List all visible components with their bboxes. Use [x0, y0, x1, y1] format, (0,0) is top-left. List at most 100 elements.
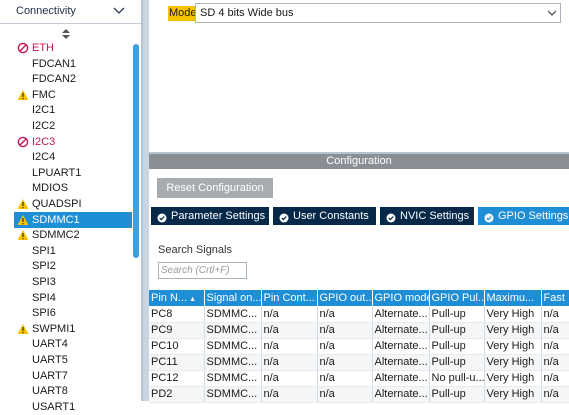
peripheral-label: UART7 — [32, 369, 68, 382]
table-row[interactable]: PC11 SDMMC... n/a n/a Alternate... Pull-up Ver… — [149, 354, 569, 371]
cell-gpio-output: n/a — [317, 322, 373, 339]
peripheral-label: MDIOS — [32, 182, 69, 195]
cell-gpio-pull: Pull-up — [429, 354, 485, 371]
cell-gpio-output: n/a — [317, 354, 373, 371]
cell-pin-name: PD2 — [149, 386, 205, 403]
warning-icon — [17, 323, 29, 335]
peripheral-item-mdios[interactable]: MDIOS — [14, 180, 132, 196]
cell-gpio-mode: Alternate... — [372, 322, 430, 339]
peripheral-item-i2c3[interactable]: I2C3 — [14, 134, 132, 150]
peripheral-item-sdmmc2[interactable]: SDMMC2 — [14, 227, 132, 243]
cell-gpio-output: n/a — [317, 306, 373, 323]
column-header-gpio-output[interactable]: GPIO out... — [317, 290, 373, 306]
cell-pin-context: n/a — [261, 370, 318, 387]
cell-max-speed: Very High — [484, 354, 542, 371]
peripheral-item-fdcan1[interactable]: FDCAN1 — [14, 56, 132, 72]
column-header-gpio-pull[interactable]: GPIO Pul... — [429, 290, 485, 306]
cell-max-speed: Very High — [484, 386, 542, 403]
mode-value: SD 4 bits Wide bus — [200, 7, 294, 19]
warning-icon — [17, 229, 29, 241]
check-circle-icon — [386, 211, 396, 223]
sort-up-icon: ▲ — [189, 296, 197, 303]
table-row[interactable]: PC12 SDMMC... n/a n/a Alternate... No pull-u.… — [149, 370, 569, 387]
column-header-pin-name[interactable]: Pin N... ▲ — [149, 290, 205, 306]
peripheral-label: I2C3 — [32, 135, 56, 148]
tab-label: NVIC Settings — [400, 210, 470, 222]
table-row[interactable]: PD2 SDMMC... n/a n/a Alternate... Pull-up Very… — [149, 386, 569, 403]
tab-gpio-settings[interactable]: GPIO Settings — [478, 207, 569, 225]
check-circle-icon — [157, 211, 167, 223]
peripheral-item-quadspi[interactable]: QUADSPI — [14, 196, 132, 212]
peripheral-item-i2c1[interactable]: I2C1 — [14, 102, 132, 118]
peripheral-item-uart8[interactable]: UART8 — [14, 383, 132, 399]
sort-icon[interactable] — [61, 28, 71, 40]
cell-gpio-mode: Alternate... — [372, 386, 430, 403]
cell-gpio-mode: Alternate... — [372, 306, 430, 323]
peripheral-item-uart4[interactable]: UART4 — [14, 336, 132, 352]
configuration-header: Configuration — [149, 154, 569, 169]
peripheral-item-sdmmc1[interactable]: SDMMC1 — [14, 211, 132, 228]
table-row[interactable]: PC9 SDMMC... n/a n/a Alternate... Pull-up Very… — [149, 322, 569, 339]
tab-parameter-settings[interactable]: Parameter Settings — [151, 207, 269, 225]
peripheral-item-spi3[interactable]: SPI3 — [14, 274, 132, 290]
peripheral-panel: Connectivity ETH FDCAN1 FDCAN2 FMC I2C1 I2C2 I… — [0, 0, 141, 413]
cell-signal: SDMMC... — [204, 370, 262, 387]
peripheral-label: SPI3 — [32, 276, 56, 288]
scrollbar-thumb[interactable] — [133, 44, 139, 258]
peripheral-label: I2C2 — [32, 120, 56, 132]
cell-gpio-output: n/a — [317, 386, 373, 403]
column-header-gpio-mode[interactable]: GPIO mode — [372, 290, 430, 306]
reset-configuration-button[interactable]: Reset Configuration — [157, 178, 273, 198]
config-tabs: Parameter Settings User Constants NVIC S… — [149, 207, 569, 225]
cell-pin-name: PC11 — [149, 354, 205, 371]
column-header-fast[interactable]: Fast — [541, 290, 569, 306]
cell-pin-context: n/a — [261, 322, 318, 339]
peripheral-label: LPUART1 — [32, 166, 82, 179]
peripheral-item-fdcan2[interactable]: FDCAN2 — [14, 71, 132, 87]
check-circle-icon — [484, 211, 494, 223]
cell-max-speed: Very High — [484, 370, 542, 387]
peripheral-label: FDCAN1 — [32, 57, 77, 70]
peripheral-item-spi4[interactable]: SPI4 — [14, 290, 132, 306]
peripheral-label: UART8 — [32, 385, 68, 398]
column-header-signal[interactable]: Signal on... — [204, 290, 262, 306]
cell-fast: n/a — [541, 322, 569, 339]
tab-label: Parameter Settings — [171, 210, 266, 222]
peripheral-item-i2c2[interactable]: I2C2 — [14, 118, 132, 134]
cell-max-speed: Very High — [484, 338, 542, 355]
peripheral-item-fmc[interactable]: FMC — [14, 87, 132, 103]
peripheral-item-swpmi1[interactable]: SWPMI1 — [14, 321, 132, 337]
peripheral-item-uart7[interactable]: UART7 — [14, 368, 132, 384]
peripheral-item-uart5[interactable]: UART5 — [14, 352, 132, 368]
peripheral-item-spi1[interactable]: SPI1 — [14, 243, 132, 259]
search-signals-input[interactable] — [158, 262, 247, 279]
table-row[interactable]: PC8 SDMMC... n/a n/a Alternate... Pull-up Very… — [149, 306, 569, 323]
chevron-down-icon[interactable] — [112, 3, 126, 17]
cell-pin-name: PC8 — [149, 306, 205, 323]
cell-signal: SDMMC... — [204, 338, 262, 355]
column-header-pin-context[interactable]: Pin Cont... — [261, 290, 318, 306]
column-header-max-speed[interactable]: Maximu... — [484, 290, 542, 306]
peripheral-item-i2c4[interactable]: I2C4 — [14, 149, 132, 165]
cell-gpio-mode: Alternate... — [372, 338, 430, 355]
peripheral-item-usart1[interactable]: USART1 — [14, 399, 132, 415]
cell-gpio-pull: No pull-u... — [429, 370, 485, 387]
peripheral-label: SPI1 — [32, 244, 56, 257]
mode-area: Mode SD 4 bits Wide bus — [149, 0, 569, 152]
peripheral-item-lpuart1[interactable]: LPUART1 — [14, 165, 132, 181]
tab-nvic-settings[interactable]: NVIC Settings — [380, 207, 474, 225]
chevron-down-icon[interactable] — [546, 8, 558, 19]
peripheral-item-spi2[interactable]: SPI2 — [14, 258, 132, 274]
peripheral-item-eth[interactable]: ETH — [14, 40, 132, 56]
tab-user-constants[interactable]: User Constants — [273, 207, 376, 225]
table-row[interactable]: PC10 SDMMC... n/a n/a Alternate... Pull-up Ver… — [149, 338, 569, 355]
peripheral-label: SPI4 — [32, 291, 56, 304]
search-signals-label: Search Signals — [158, 244, 232, 256]
peripheral-item-spi6[interactable]: SPI6 — [14, 305, 132, 321]
mode-select[interactable]: SD 4 bits Wide bus — [195, 3, 561, 23]
configuration-panel: Reset Configuration Parameter Settings U… — [149, 169, 569, 403]
cell-gpio-output: n/a — [317, 338, 373, 355]
peripheral-label: SPI2 — [32, 260, 56, 273]
category-dropdown[interactable]: Connectivity — [0, 0, 141, 24]
cell-gpio-pull: Pull-up — [429, 338, 485, 355]
